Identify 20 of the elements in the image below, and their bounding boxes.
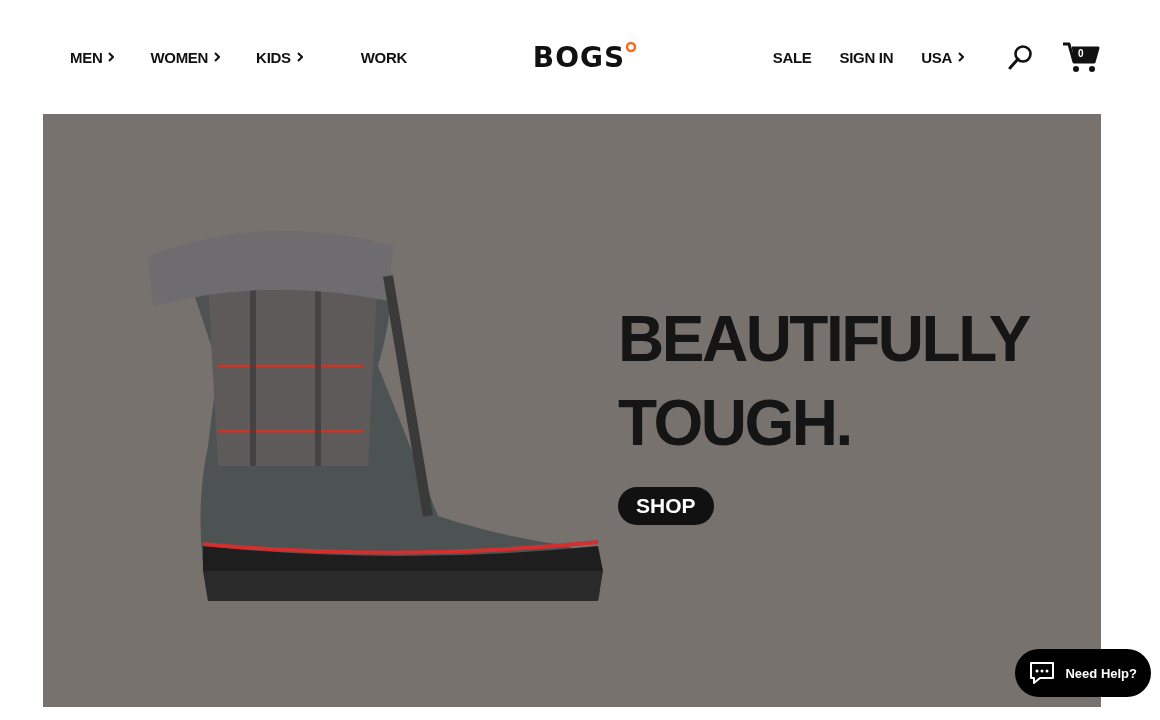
chat-button[interactable]: Need Help? — [1015, 649, 1151, 697]
nav-link[interactable]: SIGN IN — [839, 48, 894, 66]
chevron-icon — [958, 52, 964, 62]
headline: BEAUTIFULLY TOUGH. — [618, 301, 1030, 461]
chat-bubble-icon — [1029, 661, 1056, 685]
logo[interactable]: BOGS — [532, 40, 626, 74]
shop-button[interactable]: SHOP — [618, 486, 714, 525]
chevron-icon — [214, 52, 221, 62]
nav-link[interactable]: USA — [921, 48, 964, 66]
chevron-icon — [296, 52, 303, 62]
circle-icon — [625, 40, 638, 53]
cart-button[interactable]: 0 — [1062, 41, 1100, 73]
cart-count: 0 — [1078, 48, 1084, 59]
nav-link[interactable]: WOMEN — [150, 48, 221, 66]
chevron-icon — [108, 52, 115, 62]
nav-link[interactable]: KIDS — [256, 48, 303, 66]
nav-link[interactable]: MEN — [70, 48, 115, 66]
search-icon[interactable] — [1008, 44, 1034, 70]
nav-link[interactable]: SALE — [772, 48, 812, 66]
nav-link[interactable]: WORK — [360, 48, 408, 66]
